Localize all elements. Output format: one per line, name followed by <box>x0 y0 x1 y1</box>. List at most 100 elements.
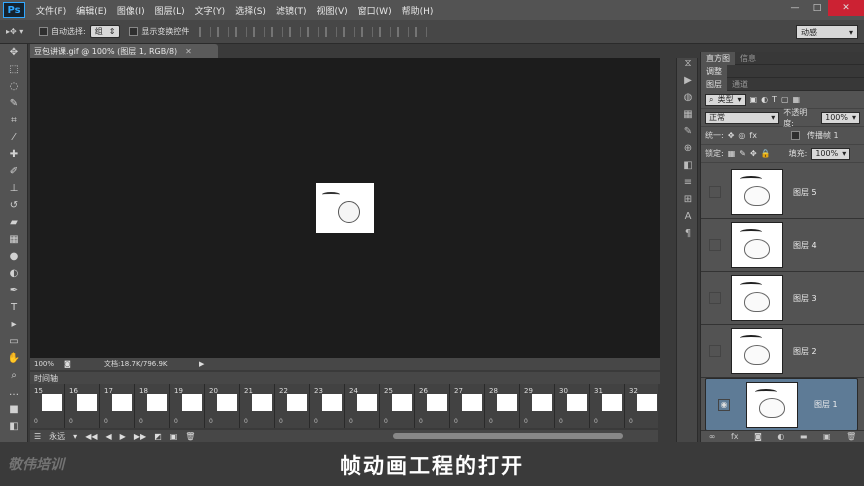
history-panel-icon[interactable]: ⧖ <box>677 58 699 75</box>
visibility-toggle[interactable] <box>709 186 721 198</box>
status-info-icon[interactable]: ◙ <box>64 360 104 368</box>
extra-tools-icon[interactable]: … <box>0 384 28 401</box>
blend-mode-select[interactable]: 正常 ▾ <box>705 111 780 124</box>
filter-type-icon[interactable]: T <box>772 95 777 104</box>
minimize-icon[interactable]: — <box>784 0 806 16</box>
filter-pixel-icon[interactable]: ▣ <box>750 95 758 104</box>
menu-help[interactable]: 帮助(H) <box>397 4 439 17</box>
paragraph-panel-icon[interactable]: ¶ <box>677 228 699 245</box>
tab-channels[interactable]: 通道 <box>727 79 753 90</box>
timeline-frame[interactable]: 17 0 <box>100 384 135 428</box>
history-brush-icon[interactable]: ↺ <box>0 197 28 214</box>
frame-delay[interactable]: 0 <box>349 418 353 425</box>
tab-info[interactable]: 信息 <box>735 53 761 64</box>
propagate-checkbox[interactable] <box>790 131 800 140</box>
frame-delay[interactable]: 0 <box>454 418 458 425</box>
align-hcenter-icon[interactable] <box>271 26 284 37</box>
loop-select[interactable]: 永远 <box>49 431 65 442</box>
gradient-tool-icon[interactable]: ▦ <box>0 231 28 248</box>
color-swatch-icon[interactable]: ■ <box>0 401 28 418</box>
lasso-tool-icon[interactable]: ◌ <box>0 78 28 95</box>
lock-transparent-icon[interactable]: ▦ <box>728 149 736 158</box>
menu-file[interactable]: 文件(F) <box>31 4 71 17</box>
stamp-tool-icon[interactable]: ⊥ <box>0 180 28 197</box>
dodge-tool-icon[interactable]: ◐ <box>0 265 28 282</box>
frame-delay[interactable]: 0 <box>489 418 493 425</box>
show-transform-checkbox[interactable] <box>129 27 139 36</box>
zoom-level[interactable]: 100% <box>30 360 64 368</box>
distribute-icon[interactable] <box>361 26 374 37</box>
frame-delay[interactable]: 0 <box>524 418 528 425</box>
timeline-frame[interactable]: 29 0 <box>520 384 555 428</box>
unify-visibility-icon[interactable]: ◎ <box>738 131 745 140</box>
timeline-frame[interactable]: 31 0 <box>590 384 625 428</box>
align-top-icon[interactable] <box>199 26 212 37</box>
frame-delay[interactable]: 0 <box>139 418 143 425</box>
zoom-tool-icon[interactable]: ⌕ <box>0 367 28 384</box>
tab-layers[interactable]: 图层 <box>701 77 727 91</box>
frame-delay[interactable]: 0 <box>69 418 73 425</box>
chevron-down-icon[interactable]: ▾ <box>73 432 77 441</box>
menu-window[interactable]: 窗口(W) <box>353 4 397 17</box>
align-vcenter-icon[interactable] <box>217 26 230 37</box>
adjustment-layer-icon[interactable]: ◐ <box>777 432 784 441</box>
properties-panel-icon[interactable]: ⊞ <box>677 194 699 211</box>
lock-position-icon[interactable]: ✥ <box>750 149 757 158</box>
quick-select-tool-icon[interactable]: ✎ <box>0 95 28 112</box>
timeline-frame[interactable]: 30 0 <box>555 384 590 428</box>
eye-icon[interactable]: ◉ <box>718 398 730 411</box>
timeline-frame[interactable]: 25 0 <box>380 384 415 428</box>
visibility-toggle[interactable] <box>709 345 721 357</box>
timeline-frame[interactable]: 20 0 <box>205 384 240 428</box>
next-frame-icon[interactable]: ▶▶ <box>134 432 146 441</box>
document-tab[interactable]: 豆包讲课.gif @ 100% (图层 1, RGB/8) ✕ <box>30 44 218 58</box>
timeline-frame[interactable]: 27 0 <box>450 384 485 428</box>
distribute-icon[interactable] <box>325 26 338 37</box>
quick-mask-icon[interactable]: ◧ <box>0 418 28 435</box>
auto-align-icon[interactable] <box>415 26 428 37</box>
color-panel-icon[interactable]: ◍ <box>677 92 699 109</box>
menu-edit[interactable]: 编辑(E) <box>71 4 112 17</box>
frame-delay[interactable]: 0 <box>34 418 38 425</box>
distribute-icon[interactable] <box>397 26 410 37</box>
first-frame-icon[interactable]: ◀◀ <box>85 432 97 441</box>
path-select-icon[interactable]: ▸ <box>0 316 28 333</box>
frame-delay[interactable]: 0 <box>209 418 213 425</box>
frame-delay[interactable]: 0 <box>244 418 248 425</box>
layer-name[interactable]: 图层 2 <box>793 346 817 357</box>
align-bottom-icon[interactable] <box>235 26 248 37</box>
frame-delay[interactable]: 0 <box>384 418 388 425</box>
frame-delay[interactable]: 0 <box>314 418 318 425</box>
crop-tool-icon[interactable]: ⌗ <box>0 112 28 129</box>
filter-shape-icon[interactable]: ▢ <box>781 95 789 104</box>
distribute-icon[interactable] <box>343 26 356 37</box>
lock-pixels-icon[interactable]: ✎ <box>739 149 746 158</box>
layer-row-selected[interactable]: ◉ 图层 1 <box>705 378 858 431</box>
fill-field[interactable]: 100% ▾ <box>811 147 851 160</box>
layer-row[interactable]: 图层 2 <box>701 325 864 378</box>
marquee-tool-icon[interactable]: ⬚ <box>0 61 28 78</box>
add-mask-icon[interactable]: ◙ <box>754 432 762 441</box>
timeline-frame[interactable]: 32 0 <box>625 384 658 428</box>
frame-delay[interactable]: 0 <box>419 418 423 425</box>
layer-name[interactable]: 图层 4 <box>793 240 817 251</box>
timeline-frame[interactable]: 26 0 <box>415 384 450 428</box>
workspace-dropdown[interactable]: 动感 ▾ <box>796 25 858 39</box>
shape-tool-icon[interactable]: ▭ <box>0 333 28 350</box>
timeline-frame[interactable]: 15 0 <box>30 384 65 428</box>
opacity-field[interactable]: 100% ▾ <box>821 111 860 124</box>
distribute-icon[interactable] <box>379 26 392 37</box>
timeline-frame[interactable]: 21 0 <box>240 384 275 428</box>
align-right-icon[interactable] <box>289 26 302 37</box>
actions-panel-icon[interactable]: ▶ <box>677 75 699 92</box>
move-tool-icon[interactable]: ✥ <box>0 44 28 61</box>
layer-row[interactable]: 图层 5 <box>701 166 864 219</box>
menu-image[interactable]: 图像(I) <box>112 4 150 17</box>
menu-select[interactable]: 选择(S) <box>230 4 271 17</box>
frame-delay[interactable]: 0 <box>174 418 178 425</box>
tween-icon[interactable]: ◩ <box>154 432 162 441</box>
hand-tool-icon[interactable]: ✋ <box>0 350 28 367</box>
character-panel-icon[interactable]: A <box>677 211 699 228</box>
tab-adjustments[interactable]: 调整 <box>701 64 727 78</box>
layer-name[interactable]: 图层 3 <box>793 293 817 304</box>
